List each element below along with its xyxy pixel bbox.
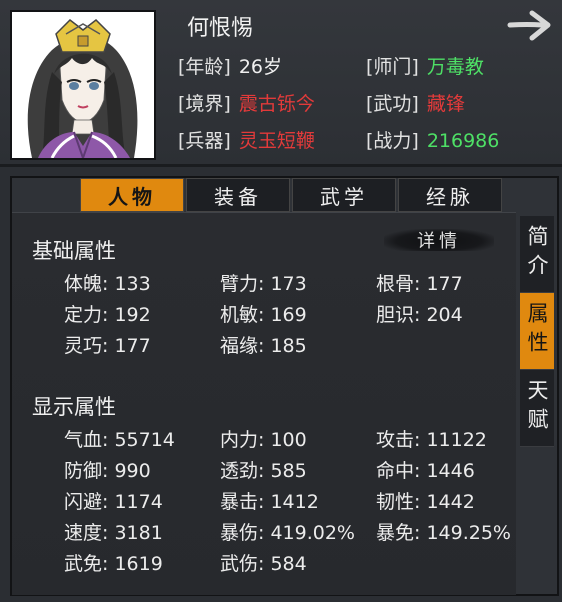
side-tabs: 简介 属性 天赋 [520, 216, 554, 447]
stat-inner-power: 内力: 100 [220, 429, 307, 451]
info-sect-label: [师门] [366, 56, 419, 78]
info-skill-value: 藏锋 [426, 93, 465, 115]
stat-arm-strength: 臂力: 173 [220, 273, 307, 295]
stat-bone: 根骨: 177 [376, 273, 463, 295]
side-tab-talents[interactable]: 天赋 [520, 370, 554, 447]
info-realm: [境界] 震古铄今 [178, 89, 315, 116]
info-sect: [师门] 万毒教 [366, 52, 484, 79]
info-power-value: 216986 [426, 130, 500, 152]
character-portrait [10, 10, 156, 160]
portrait-illustration-icon [12, 12, 154, 158]
back-arrow-button[interactable] [506, 8, 554, 44]
info-age-value: 26岁 [238, 56, 283, 78]
stat-dodge: 闪避: 1174 [64, 491, 163, 513]
stat-crit-damage: 暴伤: 419.02% [220, 522, 355, 544]
info-skill: [武功] 藏锋 [366, 89, 465, 116]
stat-attack: 攻击: 11122 [376, 429, 487, 451]
info-realm-value: 震古铄今 [238, 93, 315, 115]
info-age: [年龄] 26岁 [178, 52, 282, 79]
info-sect-value: 万毒教 [426, 56, 484, 78]
stat-courage: 胆识: 204 [376, 304, 463, 326]
stat-dexterity: 灵巧: 177 [64, 335, 151, 357]
stat-defense: 防御: 990 [64, 460, 151, 482]
character-header: 何恨惕 [年龄] 26岁 [师门] 万毒教 [境界] 震古铄今 [武功] 藏锋 [兵器]… [0, 0, 562, 166]
info-power-label: [战力] [366, 130, 419, 152]
main-tabs: 人物 装备 武学 经脉 [80, 178, 502, 214]
stat-accuracy: 命中: 1446 [376, 460, 475, 482]
tab-character[interactable]: 人物 [80, 178, 184, 212]
character-panel: 人物 装备 武学 经脉 基础属性 详情 体魄: 133 臂力: 173 根骨: … [10, 176, 559, 596]
stat-toughness: 韧性: 1442 [376, 491, 475, 513]
details-button-label: 详情 [417, 231, 461, 252]
info-power: [战力] 216986 [366, 126, 499, 153]
stat-speed: 速度: 3181 [64, 522, 163, 544]
display-attributes-title: 显示属性 [32, 395, 116, 419]
arrow-right-icon [507, 10, 551, 41]
stat-agility: 机敏: 169 [220, 304, 307, 326]
side-tab-attributes[interactable]: 属性 [520, 293, 554, 370]
stat-martial-damage: 武伤: 584 [220, 553, 307, 575]
info-skill-label: [武功] [366, 93, 419, 115]
info-age-label: [年龄] [178, 56, 231, 78]
details-button[interactable]: 详情 [384, 225, 494, 253]
tab-equipment[interactable]: 装备 [186, 178, 290, 212]
base-attributes-title: 基础属性 [32, 239, 116, 263]
stat-martial-resist: 武免: 1619 [64, 553, 163, 575]
attributes-content: 基础属性 详情 体魄: 133 臂力: 173 根骨: 177 定力: 192 … [12, 212, 516, 595]
info-weapon: [兵器] 灵玉短鞭 [178, 126, 315, 153]
tab-martial-arts[interactable]: 武学 [292, 178, 396, 212]
character-name: 何恨惕 [187, 16, 254, 41]
stat-composure: 定力: 192 [64, 304, 151, 326]
tab-meridians[interactable]: 经脉 [398, 178, 502, 212]
stat-luck: 福缘: 185 [220, 335, 307, 357]
info-weapon-value: 灵玉短鞭 [238, 130, 315, 152]
stat-penetration: 透劲: 585 [220, 460, 307, 482]
stat-crit: 暴击: 1412 [220, 491, 319, 513]
header-divider [0, 164, 562, 167]
side-tab-intro[interactable]: 简介 [520, 216, 554, 293]
info-realm-label: [境界] [178, 93, 231, 115]
stat-crit-resist: 暴免: 149.25% [376, 522, 511, 544]
info-weapon-label: [兵器] [178, 130, 231, 152]
stat-hp: 气血: 55714 [64, 429, 175, 451]
stat-physique: 体魄: 133 [64, 273, 151, 295]
